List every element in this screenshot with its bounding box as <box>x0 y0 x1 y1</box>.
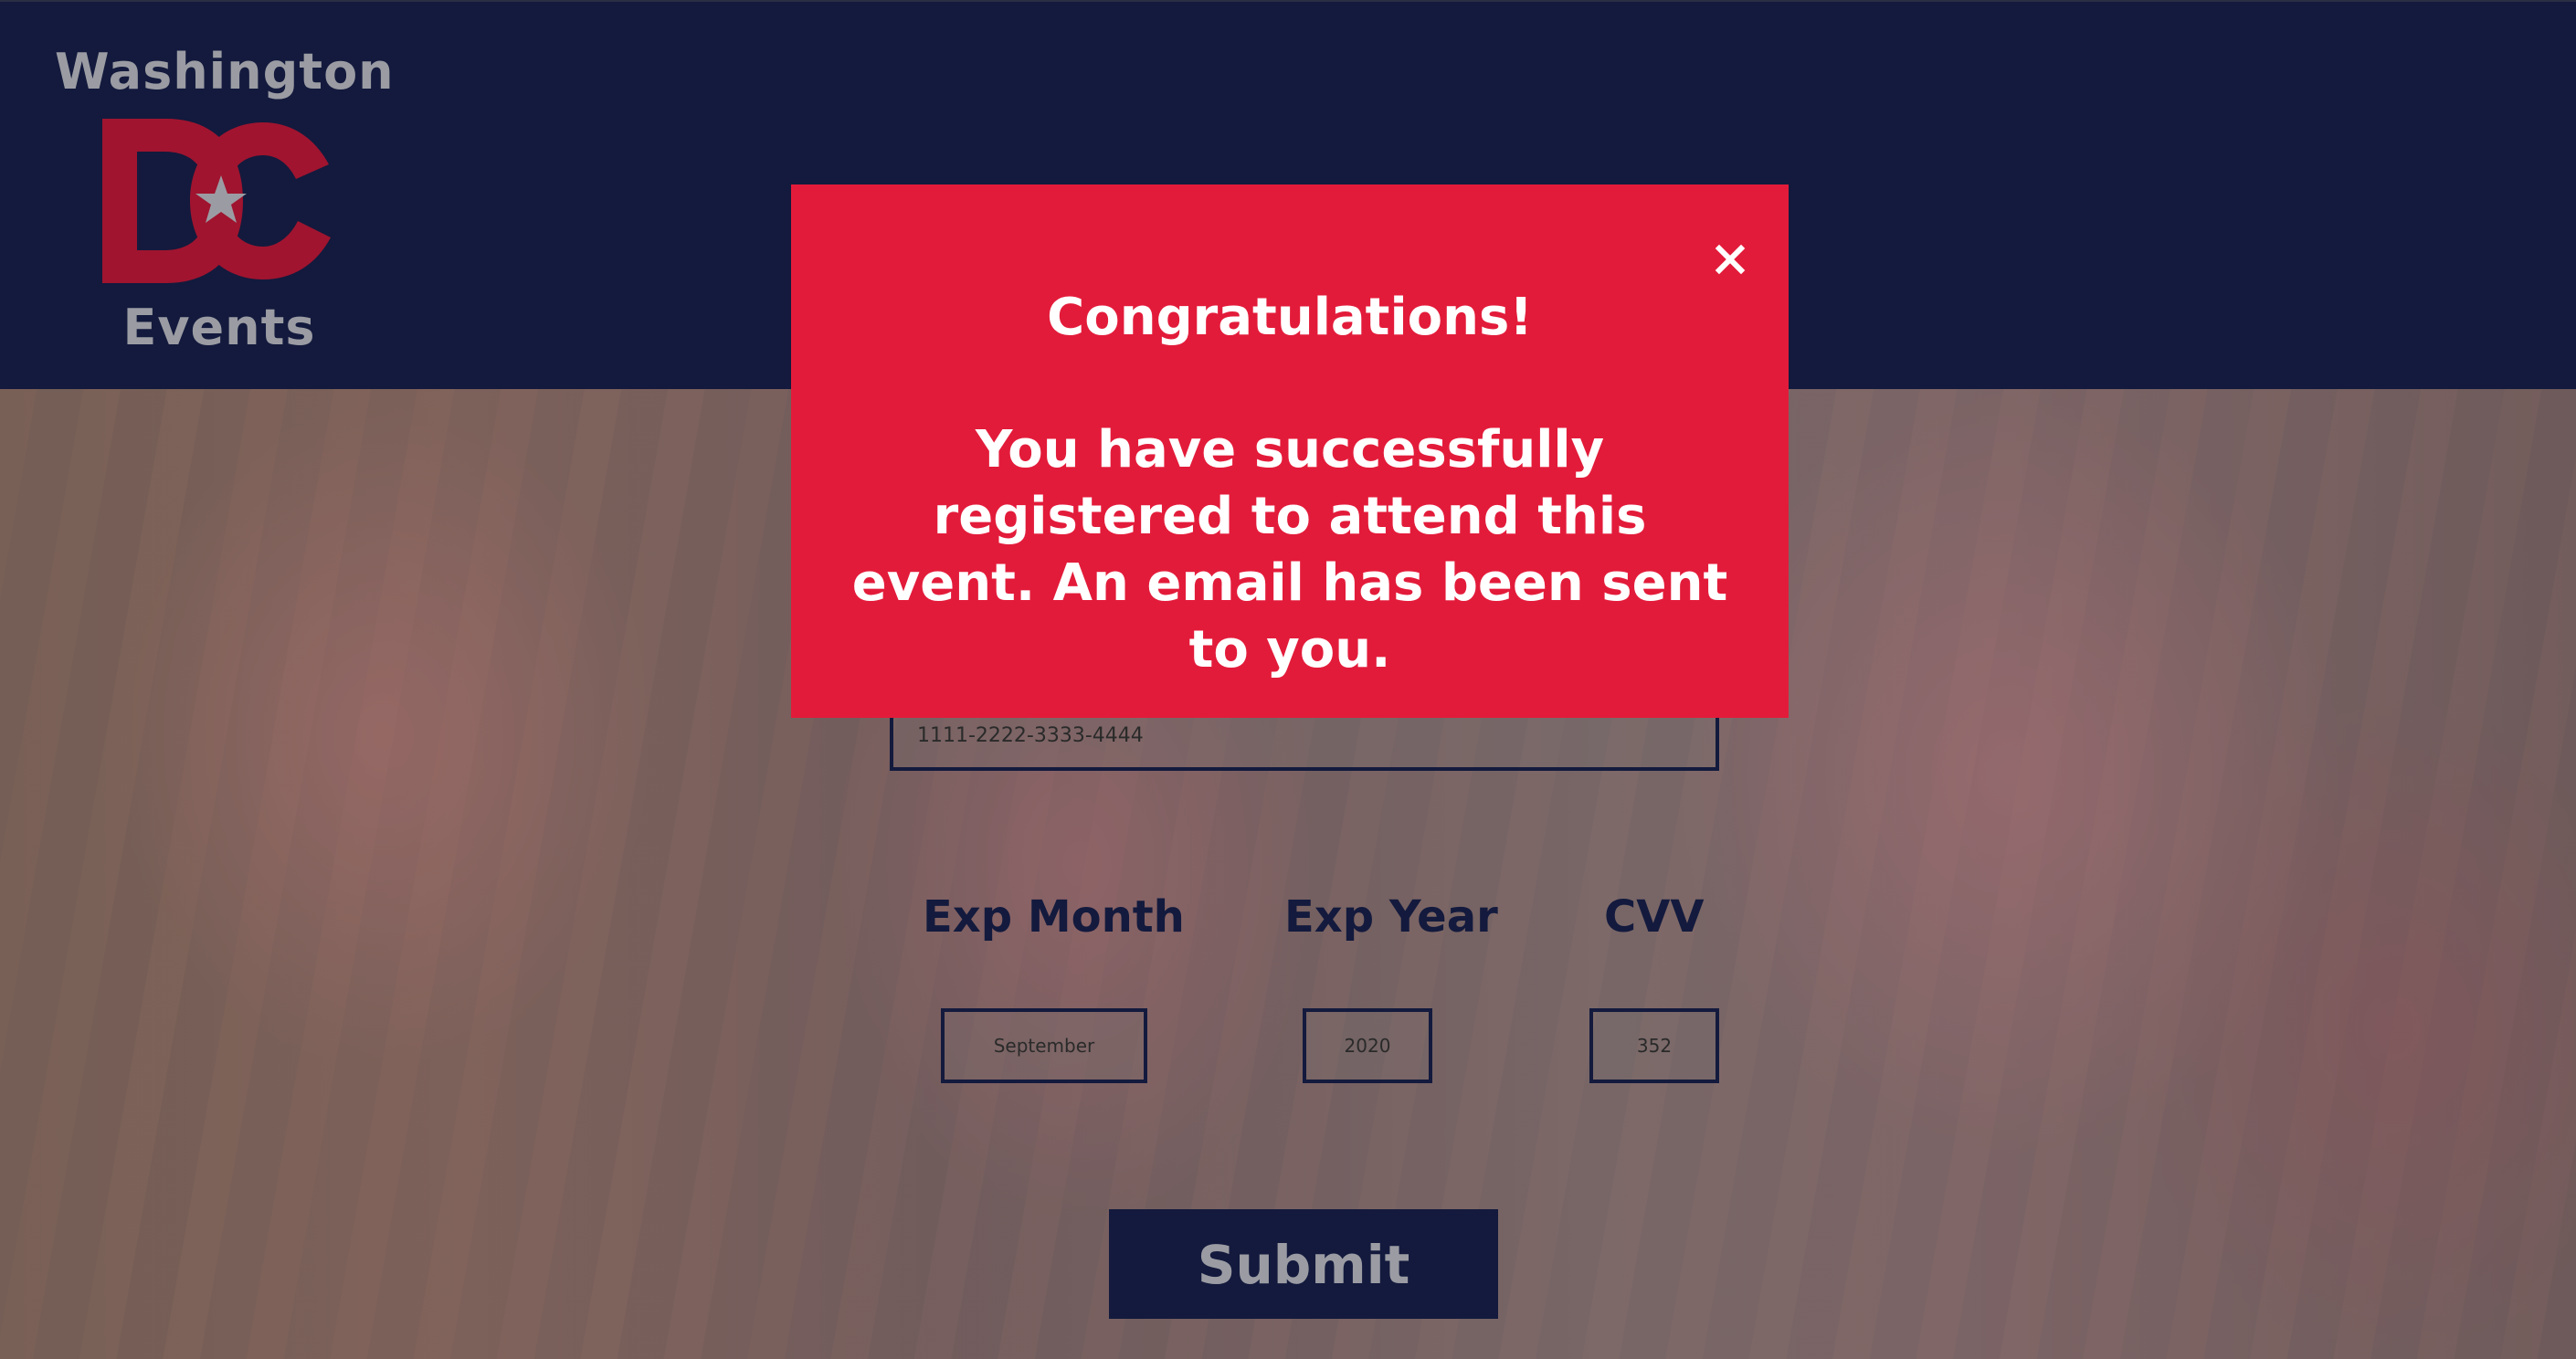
modal-title: Congratulations! <box>1047 288 1533 347</box>
exp-month-label: Exp Month <box>923 891 1185 943</box>
submit-button[interactable]: Submit <box>1109 1209 1498 1319</box>
close-icon[interactable] <box>1712 241 1748 278</box>
cvv-input[interactable]: 352 <box>1589 1008 1719 1083</box>
cvv-label: CVV <box>1604 891 1705 943</box>
exp-year-input[interactable]: 2020 <box>1303 1008 1432 1083</box>
exp-month-input[interactable]: September <box>941 1008 1147 1083</box>
exp-year-label: Exp Year <box>1284 891 1498 943</box>
modal-message: You have successfully registered to atte… <box>851 420 1728 680</box>
success-modal: Congratulations! You have successfully r… <box>791 184 1789 718</box>
page: Washington Events 1111-2222-3333-4444 Ex… <box>0 0 2576 1359</box>
